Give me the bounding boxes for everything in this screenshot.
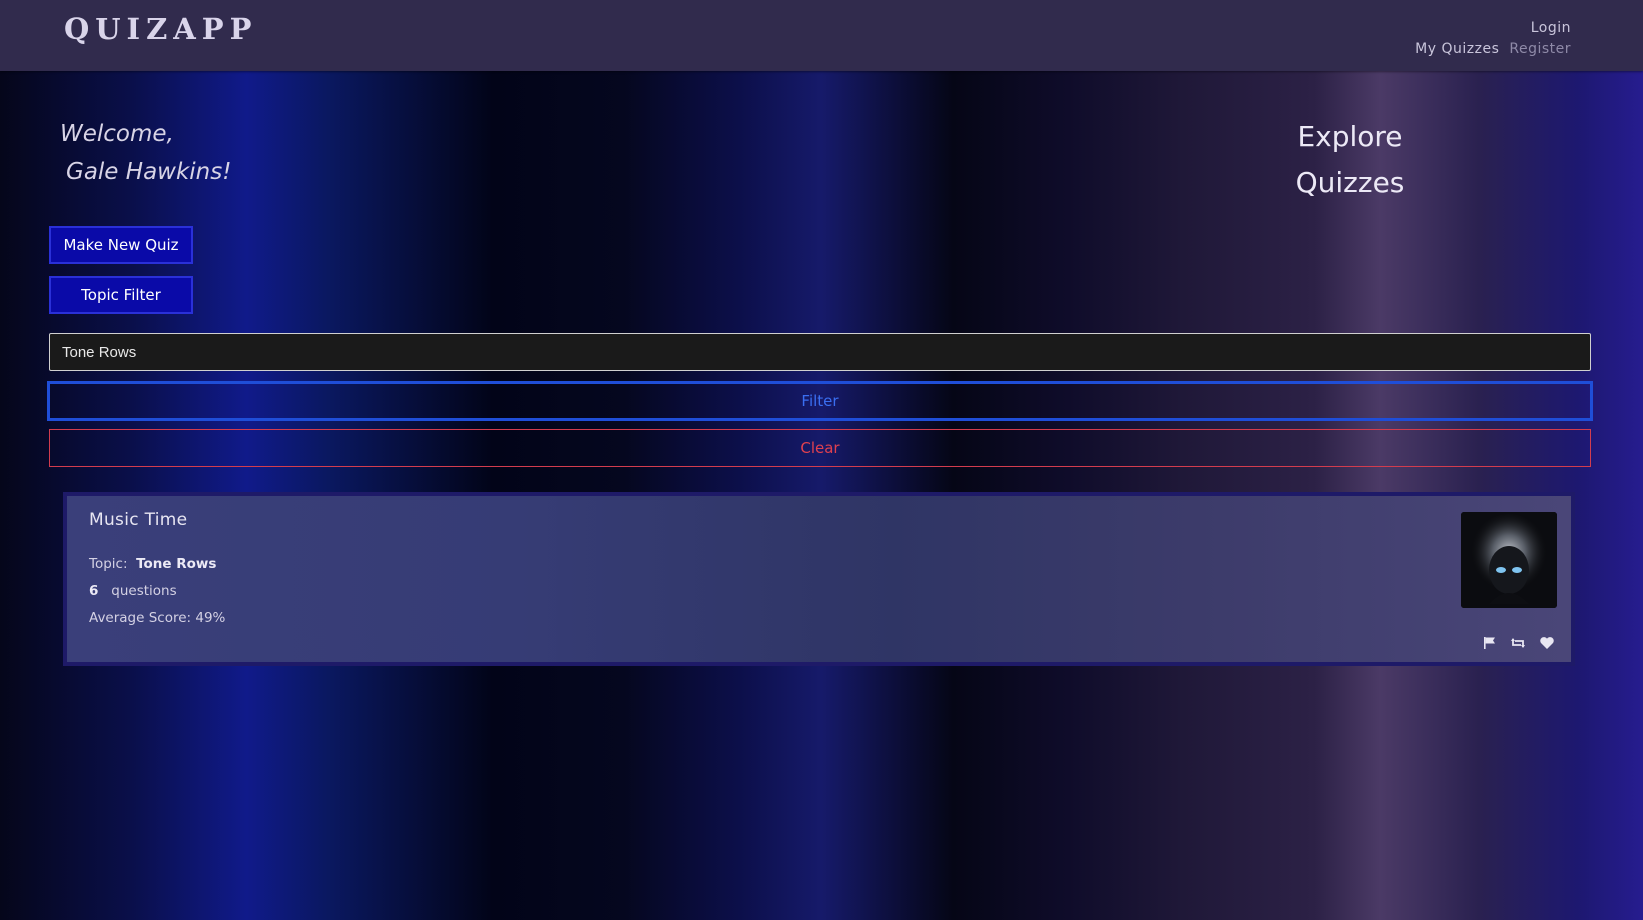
topic-filter-button[interactable]: Topic Filter xyxy=(49,276,193,314)
quiz-card-actions xyxy=(1475,634,1555,652)
quiz-title[interactable]: Music Time xyxy=(89,510,187,530)
heart-icon[interactable] xyxy=(1539,635,1555,654)
navbar: QUIZAPP Login My Quizzes Register xyxy=(0,0,1643,71)
flag-icon[interactable] xyxy=(1483,635,1497,654)
my-quizzes-link[interactable]: My Quizzes xyxy=(1415,41,1499,57)
quiz-topic: Topic: Tone Rows xyxy=(89,556,216,572)
welcome-greeting: Welcome, xyxy=(60,121,174,147)
make-new-quiz-button[interactable]: Make New Quiz xyxy=(49,226,193,264)
filter-button[interactable]: Filter xyxy=(47,381,1593,421)
welcome-message: Welcome, Gale Hawkins! xyxy=(60,115,231,191)
app-logo[interactable]: QUIZAPP xyxy=(64,12,257,46)
register-link[interactable]: Register xyxy=(1509,41,1571,57)
login-link[interactable]: Login xyxy=(1531,20,1571,36)
quiz-questions-label: questions xyxy=(111,583,177,599)
quiz-topic-value: Tone Rows xyxy=(136,556,217,572)
quiz-thumbnail xyxy=(1461,512,1557,608)
page-title: Explore Quizzes xyxy=(1280,114,1420,206)
page-title-line2: Quizzes xyxy=(1295,166,1405,199)
clear-button[interactable]: Clear xyxy=(49,429,1591,467)
nav-links: My Quizzes Register xyxy=(1415,41,1571,57)
quiz-topic-label: Topic: xyxy=(89,556,128,572)
topic-filter-input[interactable] xyxy=(49,333,1591,371)
welcome-user-name: Gale Hawkins! xyxy=(66,159,232,185)
page-title-line1: Explore xyxy=(1297,120,1403,153)
retweet-icon[interactable] xyxy=(1510,635,1526,654)
quiz-question-count: 6 questions xyxy=(89,583,177,599)
quiz-card[interactable]: Music Time Topic: Tone Rows 6 questions … xyxy=(63,492,1575,666)
quiz-question-number: 6 xyxy=(89,583,99,599)
quiz-average-score: Average Score: 49% xyxy=(89,610,226,626)
